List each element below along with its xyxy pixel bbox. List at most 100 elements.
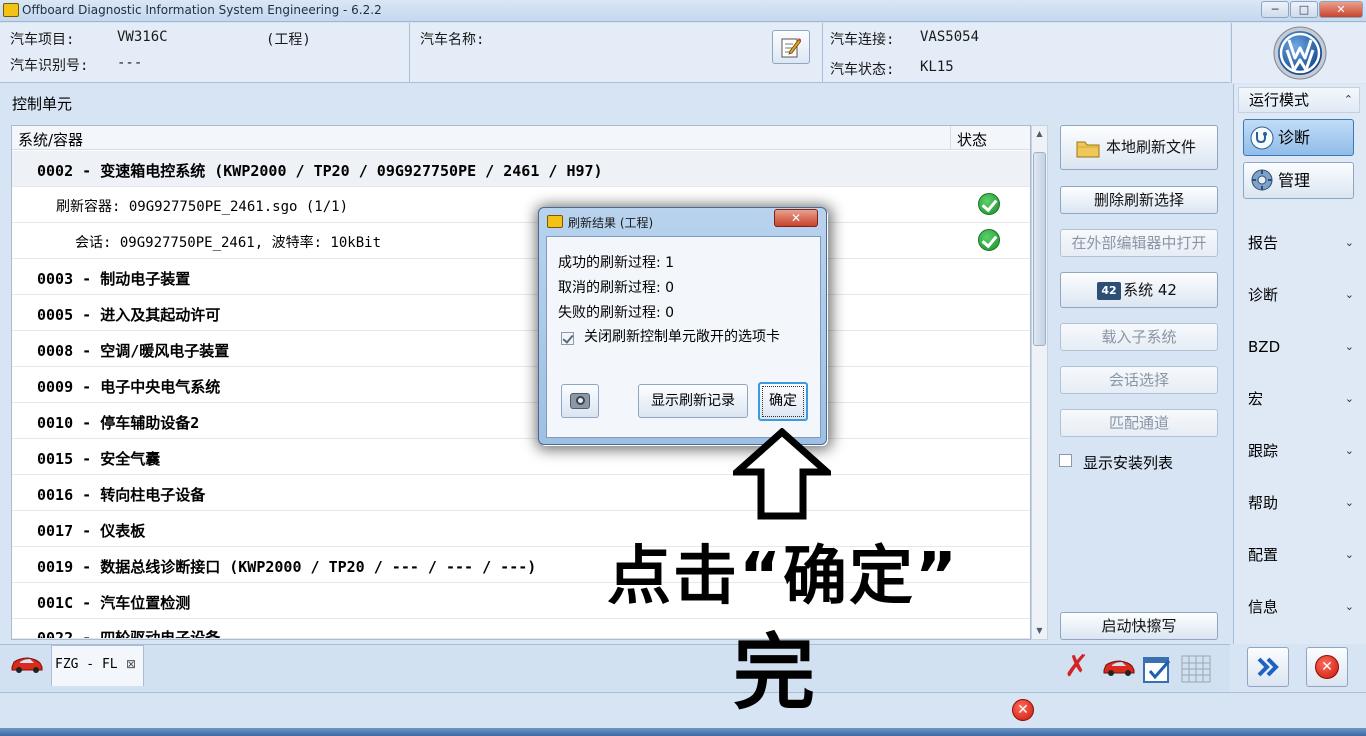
project-label: 汽车项目: [10,32,75,48]
vehicle-tab-bar [0,644,1230,692]
row-label: 0016 - 转向柱电子设备 [37,486,206,504]
window-close-button[interactable]: ✕ [1319,1,1363,18]
sidebar-item-macro[interactable]: 宏 ⌄ [1238,387,1360,413]
section-label: 信息 [1248,598,1279,616]
sidebar-item-trace[interactable]: 跟踪 ⌄ [1238,439,1360,465]
close-circle-icon: ✕ [1315,655,1339,679]
sidebar-item-report[interactable]: 报告 ⌄ [1238,231,1360,257]
folder-icon [1076,141,1100,158]
sidebar-item-info[interactable]: 信息 ⌄ [1238,595,1360,621]
success-check-icon [978,229,1000,251]
section-label: 宏 [1248,390,1264,408]
vehicle-info-panel [0,23,1230,83]
scroll-up-icon[interactable]: ▲ [1034,129,1045,139]
row-label: 0015 - 安全气囊 [37,450,161,468]
up-arrow-annotation-icon [733,428,831,520]
close-tabs-checkbox[interactable] [561,332,574,345]
double-chevron-right-icon [1257,657,1279,677]
window-title: Offboard Diagnostic Information System E… [22,3,382,17]
row-label: 0002 - 变速箱电控系统 (KWP2000 / TP20 / 09G9277… [37,162,603,180]
app-engine-icon [3,3,19,17]
checklist-icon[interactable] [1142,654,1172,684]
connection-label: 汽车连接: [830,32,895,48]
expand-chevron-icon: ⌄ [1344,288,1354,301]
table-header [12,126,1030,150]
stethoscope-icon [1250,126,1274,150]
scrollbar-thumb[interactable] [1033,152,1046,346]
maximize-button[interactable]: □ [1290,1,1318,18]
sidebar-item-config[interactable]: 配置 ⌄ [1238,543,1360,569]
show-install-list-label: 显示安装列表 [1083,454,1174,472]
close-tabs-label: 关闭刷新控制单元敞开的选项卡 [584,329,780,345]
show-flash-log-button[interactable]: 显示刷新记录 [638,384,748,418]
row-label: 0009 - 电子中央电气系统 [37,378,221,396]
section-label: BZD [1248,338,1281,356]
section-label: 报告 [1248,234,1279,252]
project-value: VW316C [117,29,168,45]
red-car-icon[interactable] [10,655,44,673]
delete-x-icon[interactable]: ✗ [1064,652,1094,682]
expand-chevron-icon: ⌄ [1344,496,1354,509]
minimize-button[interactable]: ─ [1261,1,1289,18]
expand-chevron-icon: ⌄ [1344,392,1354,405]
tab-label: FZG - FL [55,657,118,672]
column-header-status[interactable]: 状态 [957,129,987,150]
scroll-down-icon[interactable]: ▼ [1034,626,1045,636]
row-label: 0008 - 空调/暖风电子装置 [37,342,230,360]
column-separator [950,126,951,150]
row-label: 0005 - 进入及其起动许可 [37,306,221,324]
vehicle-state-label: 汽车状态: [830,62,895,78]
connection-value: VAS5054 [920,29,980,45]
dialog-close-button[interactable]: ✕ [774,209,818,227]
button-label: 本地刷新文件 [1105,138,1196,156]
annotation-done: 完 [733,626,816,721]
row-label: 0003 - 制动电子装置 [37,270,191,288]
error-circle-icon[interactable]: ✕ [1012,699,1034,721]
section-label: 帮助 [1248,494,1279,512]
expand-chevron-icon: ⌄ [1344,444,1354,457]
row-label: 0022 - 四轮驱动电子设备 [37,629,221,639]
success-check-icon [978,193,1000,215]
show-install-list-checkbox[interactable] [1059,454,1072,467]
system-42-button[interactable]: 系统 42 [1060,272,1218,308]
row-label: 001C - 汽车位置检测 [37,594,191,612]
section-label: 跟踪 [1248,442,1279,460]
tab-close-icon[interactable]: ⊠ [126,657,136,671]
header-divider [409,23,410,83]
sidebar-item-help[interactable]: 帮助 ⌄ [1238,491,1360,517]
header-divider [822,23,823,83]
load-subsystem-button[interactable]: 载入子系统 [1060,323,1218,351]
success-count-text: 成功的刷新过程: 1 [558,255,675,271]
vehicle-state-value: KL15 [920,59,954,75]
gear-icon [1251,169,1273,191]
row-label: 0019 - 数据总线诊断接口 (KWP2000 / TP20 / --- / … [37,558,537,576]
vin-label: 汽车识别号: [10,58,89,74]
button-label: 系统 42 [1123,281,1177,299]
row-label: 刷新容器: 09G927750PE_2461.sgo (1/1) [56,199,349,215]
grid-table-icon[interactable] [1180,654,1212,684]
ok-button[interactable]: 确定 [758,382,808,421]
row-label: 0017 - 仪表板 [37,522,146,540]
table-row[interactable]: 0022 - 四轮驱动电子设备 [12,619,1030,639]
row-label: 0010 - 停车辅助设备2 [37,414,200,432]
operating-mode-header[interactable]: 运行模式 ⌃ [1238,87,1360,113]
sidebar-item-diagnosis[interactable]: 诊断 ⌄ [1238,283,1360,309]
fail-count-text: 失败的刷新过程: 0 [558,305,675,321]
os-taskbar [0,728,1366,736]
quick-erase-button[interactable]: 启动快擦写 [1060,612,1218,640]
section-label: 诊断 [1248,286,1279,304]
column-header-system[interactable]: 系统/容器 [18,129,83,150]
section-label: 运行模式 [1249,91,1310,109]
session-select-button[interactable]: 会话选择 [1060,366,1218,394]
sidebar-item-bzd[interactable]: BZD ⌄ [1238,335,1360,361]
vin-value: --- [117,55,143,71]
expand-chevron-icon: ⌄ [1344,236,1354,249]
match-channel-button[interactable]: 匹配通道 [1060,409,1218,437]
status-bar [0,692,1366,728]
section-label: 配置 [1248,546,1279,564]
delete-flash-selection-button[interactable]: 删除刷新选择 [1060,186,1218,214]
table-row[interactable] [12,439,1030,475]
open-in-external-editor-button[interactable]: 在外部编辑器中打开 [1060,229,1218,257]
camera-lens-icon [576,396,585,405]
red-car-icon[interactable] [1102,657,1136,677]
